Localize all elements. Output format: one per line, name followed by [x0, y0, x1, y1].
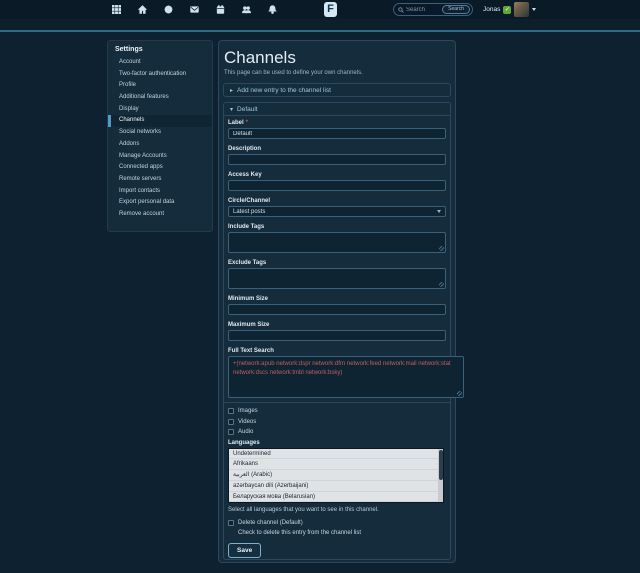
sidebar-item-remote-servers[interactable]: Remote servers — [108, 174, 212, 186]
default-channel-label: Default — [237, 106, 258, 113]
label-field-label: Label* — [228, 120, 446, 127]
videos-checkbox-label: Videos — [238, 419, 256, 425]
videos-checkbox-row: Videos — [228, 417, 446, 428]
add-channel-label: Add new entry to the channel list — [237, 87, 331, 94]
delegation-badge-icon: ✓ — [503, 6, 511, 14]
globe-icon[interactable] — [164, 5, 173, 14]
delete-channel-checkbox[interactable] — [228, 520, 234, 526]
page-title: Channels — [224, 48, 451, 68]
language-option[interactable]: Undetermined — [229, 449, 443, 460]
apps-grid-icon[interactable] — [112, 5, 121, 14]
sidebar-item-addons[interactable]: Addons — [108, 139, 212, 151]
sidebar-title: Settings — [108, 46, 212, 57]
calendar-icon[interactable] — [216, 5, 225, 14]
maximum-size-field[interactable] — [228, 330, 446, 341]
language-option[interactable]: azərbaycan dili (Azerbaijani) — [229, 481, 443, 492]
sidebar-item-channels[interactable]: Channels — [108, 115, 212, 127]
channels-panel: Channels This page can be used to define… — [218, 40, 456, 563]
full-text-search-field-label: Full Text Search — [228, 348, 446, 355]
mail-icon[interactable] — [190, 5, 199, 14]
languages-field-label: Languages — [228, 440, 446, 447]
images-checkbox-row: Images — [228, 406, 446, 417]
home-icon[interactable] — [138, 5, 147, 14]
chevron-down-icon — [532, 8, 536, 11]
language-option[interactable]: العربية (Arabic) — [229, 470, 443, 481]
audio-checkbox-row: Audio — [228, 427, 446, 438]
sidebar-item-manage-accounts[interactable]: Manage Accounts — [108, 151, 212, 163]
full-text-search-textarea[interactable]: +(network:apub network:dspr network:dfrn… — [228, 356, 464, 398]
select-caret-icon — [437, 210, 441, 213]
search-input[interactable] — [404, 7, 442, 13]
language-option[interactable]: Беларуская мова (Belarusian) — [229, 492, 443, 503]
languages-listbox: Undetermined Afrikaans العربية (Arabic) … — [228, 448, 444, 503]
circle-channel-selected-value: Latest posts — [233, 209, 265, 215]
images-checkbox[interactable] — [228, 408, 234, 414]
include-tags-textarea[interactable] — [228, 232, 446, 253]
delete-channel-help-text: Check to delete this entry from the chan… — [238, 530, 446, 536]
settings-sidebar: Settings Account Two-factor authenticati… — [107, 40, 213, 232]
navbar-accent-strip — [0, 19, 640, 32]
section-divider — [224, 402, 450, 403]
access-key-field-label: Access Key — [228, 172, 446, 179]
circle-channel-select[interactable]: Latest posts — [228, 206, 446, 217]
search-button[interactable]: Search — [442, 5, 470, 14]
exclude-tags-textarea[interactable] — [228, 268, 446, 289]
exclude-tags-field-label: Exclude Tags — [228, 260, 446, 267]
required-asterisk: * — [246, 120, 248, 126]
sidebar-item-display[interactable]: Display — [108, 104, 212, 116]
description-field[interactable] — [228, 154, 446, 165]
audio-checkbox-label: Audio — [238, 429, 253, 435]
navbar-search: Search — [393, 3, 473, 16]
sidebar-item-export-personal-data[interactable]: Export personal data — [108, 197, 212, 209]
bell-icon[interactable] — [268, 5, 277, 14]
sidebar-item-social-networks[interactable]: Social networks — [108, 127, 212, 139]
maximum-size-field-label: Maximum Size — [228, 322, 446, 329]
avatar[interactable] — [514, 2, 529, 17]
delete-channel-row: Delete channel (Default) — [228, 518, 446, 529]
sidebar-item-import-contacts[interactable]: Import contacts — [108, 186, 212, 198]
top-navbar: F Search Jonas ✓ — [0, 0, 640, 19]
friendica-logo[interactable]: F — [324, 2, 337, 17]
delete-channel-label: Delete channel (Default) — [238, 520, 303, 526]
sidebar-item-remove-account[interactable]: Remove account — [108, 209, 212, 221]
sidebar-item-two-factor[interactable]: Two-factor authentication — [108, 69, 212, 81]
include-tags-field-label: Include Tags — [228, 224, 446, 231]
user-name: Jonas — [483, 6, 500, 13]
videos-checkbox[interactable] — [228, 419, 234, 425]
listbox-scrollbar-thumb[interactable] — [439, 450, 443, 480]
page-subtitle: This page can be used to define your own… — [224, 70, 451, 76]
circle-channel-field-label: Circle/Channel — [228, 198, 446, 205]
save-button[interactable]: Save — [228, 543, 261, 558]
minimum-size-field-label: Minimum Size — [228, 296, 446, 303]
audio-checkbox[interactable] — [228, 429, 234, 435]
access-key-field[interactable] — [228, 180, 446, 191]
default-channel-form: Label* Description Access Key Circle/Cha… — [223, 116, 451, 560]
listbox-scrollbar[interactable] — [438, 449, 443, 502]
sidebar-item-connected-apps[interactable]: Connected apps — [108, 162, 212, 174]
sidebar-item-account[interactable]: Account — [108, 57, 212, 69]
group-icon[interactable] — [242, 5, 251, 14]
sidebar-item-additional-features[interactable]: Additional features — [108, 92, 212, 104]
sidebar-item-profile[interactable]: Profile — [108, 80, 212, 92]
minimum-size-field[interactable] — [228, 304, 446, 315]
default-channel-accordion-toggle[interactable]: Default — [223, 102, 451, 116]
language-option[interactable]: Afrikaans — [229, 459, 443, 470]
user-menu[interactable]: Jonas ✓ — [483, 0, 536, 19]
languages-help-text: Select all languages that you want to se… — [228, 507, 446, 513]
images-checkbox-label: Images — [238, 408, 258, 414]
add-channel-accordion-toggle[interactable]: Add new entry to the channel list — [223, 83, 451, 97]
label-field[interactable] — [228, 128, 446, 139]
description-field-label: Description — [228, 146, 446, 153]
